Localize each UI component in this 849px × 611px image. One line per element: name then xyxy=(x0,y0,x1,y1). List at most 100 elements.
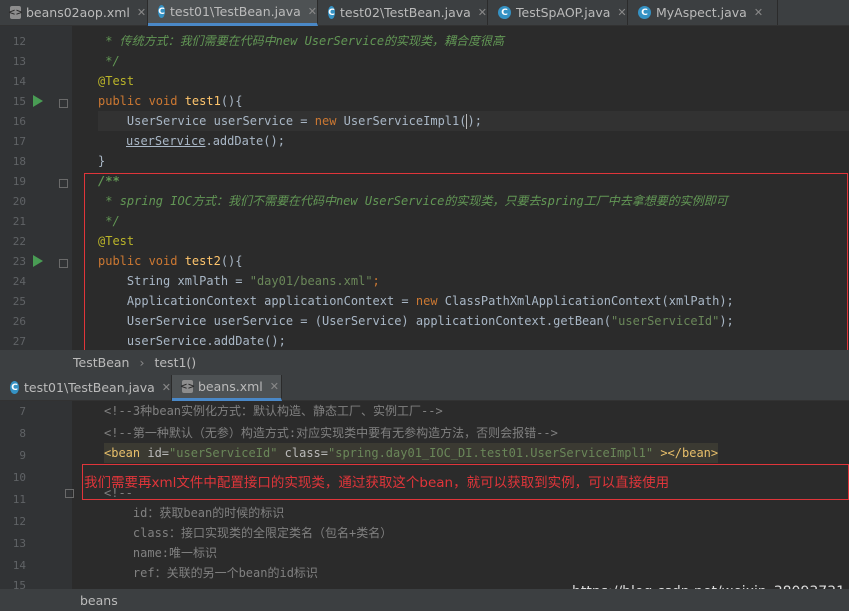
tab-label: test02\TestBean.java xyxy=(340,5,471,20)
xml-tag: <bean xyxy=(104,446,148,460)
line-number: 8 xyxy=(19,427,26,440)
tab-test01-testbean[interactable]: C test01\TestBean.java ✕ xyxy=(148,0,318,26)
xml-line-14: name:唯一标识 xyxy=(104,543,217,563)
tab-testspaop[interactable]: C TestSpAOP.java ✕ xyxy=(488,0,628,25)
code-text: } xyxy=(98,154,106,168)
close-icon[interactable]: ✕ xyxy=(137,6,146,19)
tab-test01-testbean-bottom[interactable]: C test01\TestBean.java ✕ xyxy=(0,375,172,400)
fold-icon[interactable] xyxy=(59,259,68,268)
annotation: @Test xyxy=(98,74,135,88)
xml-comment: <!--第一种默认（无参）构造方式:对应实现类中要有无参构造方法，否则会报错--… xyxy=(104,426,558,440)
line-number: 15 xyxy=(12,95,26,108)
line-number: 11 xyxy=(12,493,26,506)
close-icon[interactable]: ✕ xyxy=(754,6,763,19)
xml-line-15: ref：关联的另一个bean的id标识 xyxy=(104,563,318,583)
xml-attribute: class= xyxy=(277,446,328,460)
line-number: 12 xyxy=(12,35,26,48)
xml-comment: class：接口实现类的全限定类名（包名+类名） xyxy=(104,526,393,540)
xml-comment: <!--3种bean实例化方式：默认构造、静态工厂、实例工厂--> xyxy=(104,404,443,418)
xml-tag: ></bean> xyxy=(653,446,719,460)
code-text: (){ xyxy=(220,94,243,108)
close-icon[interactable]: ✕ xyxy=(308,5,317,18)
code-line-14: @Test xyxy=(98,71,134,91)
annotation-note: 我们需要再xml文件中配置接口的实现类，通过获取这个bean，就可以获取到实例，… xyxy=(84,475,670,491)
code-line-15: public void test1(){ xyxy=(98,91,243,111)
run-test-icon[interactable] xyxy=(33,95,43,107)
xml-comment: name:唯一标识 xyxy=(104,546,218,560)
line-number: 18 xyxy=(12,155,26,168)
comment: * 传统方式：我们需要在代码中new UserService的实现类，耦合度很高 xyxy=(98,34,505,48)
xml-line-7: <!--3种bean实例化方式：默认构造、静态工厂、实例工厂--> xyxy=(104,401,443,421)
method-name: test1 xyxy=(184,94,221,108)
line-number: 13 xyxy=(12,55,26,68)
fold-icon[interactable] xyxy=(59,99,68,108)
highlight-box-test2 xyxy=(84,173,848,352)
code-line-13: */ xyxy=(98,51,119,71)
run-test-icon[interactable] xyxy=(33,255,43,267)
keyword: public void xyxy=(98,94,185,108)
line-number: 25 xyxy=(12,295,26,308)
bottom-editor-tabbar: C test01\TestBean.java ✕ <> beans.xml ✕ xyxy=(0,375,849,401)
status-bar-label: beans xyxy=(80,592,118,608)
xml-attribute: id= xyxy=(147,446,170,460)
code-text: UserService userService = xyxy=(98,114,315,128)
code-text: UserServiceImpl1( xyxy=(343,114,467,128)
xml-line-8: <!--第一种默认（无参）构造方式:对应实现类中要有无参构造方法，否则会报错--… xyxy=(104,423,558,443)
breadcrumb-class[interactable]: TestBean xyxy=(73,355,129,370)
chevron-right-icon: › xyxy=(139,355,145,370)
tab-myaspect[interactable]: C MyAspect.java ✕ xyxy=(628,0,778,25)
code-text: .addDate(); xyxy=(205,134,285,148)
xml-comment: ref：关联的另一个bean的id标识 xyxy=(104,566,318,580)
line-number: 9 xyxy=(19,449,26,462)
tab-label: beans02aop.xml xyxy=(26,5,130,20)
java-class-icon: C xyxy=(10,381,20,394)
fold-icon[interactable] xyxy=(65,489,74,498)
code-line-16: UserService userService = new UserServic… xyxy=(98,111,849,131)
xml-attr-value: "spring.day01_IOC_DI.test01.UserServiceI… xyxy=(328,446,654,460)
close-icon[interactable]: ✕ xyxy=(270,380,279,393)
xml-attr-value: "userServiceId" xyxy=(169,446,278,460)
line-number: 10 xyxy=(12,471,26,484)
line-number: 24 xyxy=(12,275,26,288)
java-class-icon: C xyxy=(498,6,511,19)
top-editor-tabbar: <> beans02aop.xml ✕ C test01\TestBean.ja… xyxy=(0,0,849,26)
xml-file-icon: <> xyxy=(179,380,196,393)
code-text: ); xyxy=(467,114,482,128)
line-number: 22 xyxy=(12,235,26,248)
tab-label: MyAspect.java xyxy=(656,5,747,20)
line-number: 17 xyxy=(12,135,26,148)
variable-reference[interactable]: userService xyxy=(126,134,205,148)
line-number: 13 xyxy=(12,537,26,550)
tab-label: test01\TestBean.java xyxy=(170,4,301,19)
keyword: new xyxy=(314,114,344,128)
breadcrumb-method[interactable]: test1() xyxy=(154,355,196,370)
xml-line-9: <bean id="userServiceId" class="spring.d… xyxy=(104,443,719,463)
close-icon[interactable]: ✕ xyxy=(478,6,487,19)
xml-file-icon: <> xyxy=(7,6,24,19)
fold-icon[interactable] xyxy=(59,179,68,188)
code-line-17: userService.addDate(); xyxy=(126,131,285,151)
line-number: 12 xyxy=(12,515,26,528)
tab-test02-testbean[interactable]: C test02\TestBean.java ✕ xyxy=(318,0,488,25)
tab-beans-xml[interactable]: <> beans.xml ✕ xyxy=(172,375,282,401)
line-number: 14 xyxy=(12,75,26,88)
line-number: 7 xyxy=(19,405,26,418)
close-icon[interactable]: ✕ xyxy=(162,381,171,394)
line-number: 27 xyxy=(12,335,26,348)
close-icon[interactable]: ✕ xyxy=(617,6,626,19)
line-number: 21 xyxy=(12,215,26,228)
code-line-12: * 传统方式：我们需要在代码中new UserService的实现类，耦合度很高 xyxy=(98,31,504,51)
line-number: 23 xyxy=(12,255,26,268)
line-number: 19 xyxy=(12,175,26,188)
breadcrumb: TestBean › test1() xyxy=(0,350,849,375)
java-class-icon: C xyxy=(638,6,651,19)
line-number: 20 xyxy=(12,195,26,208)
tab-beans02aop-xml[interactable]: <> beans02aop.xml ✕ xyxy=(0,0,148,25)
xml-line-12: id：获取bean的时候的标识 xyxy=(104,503,284,523)
java-class-icon: C xyxy=(158,5,166,18)
line-number: 14 xyxy=(12,559,26,572)
code-line-18: } xyxy=(98,151,105,171)
xml-line-13: class：接口实现类的全限定类名（包名+类名） xyxy=(104,523,392,543)
tab-label: beans.xml xyxy=(198,379,263,394)
tab-label: TestSpAOP.java xyxy=(516,5,611,20)
